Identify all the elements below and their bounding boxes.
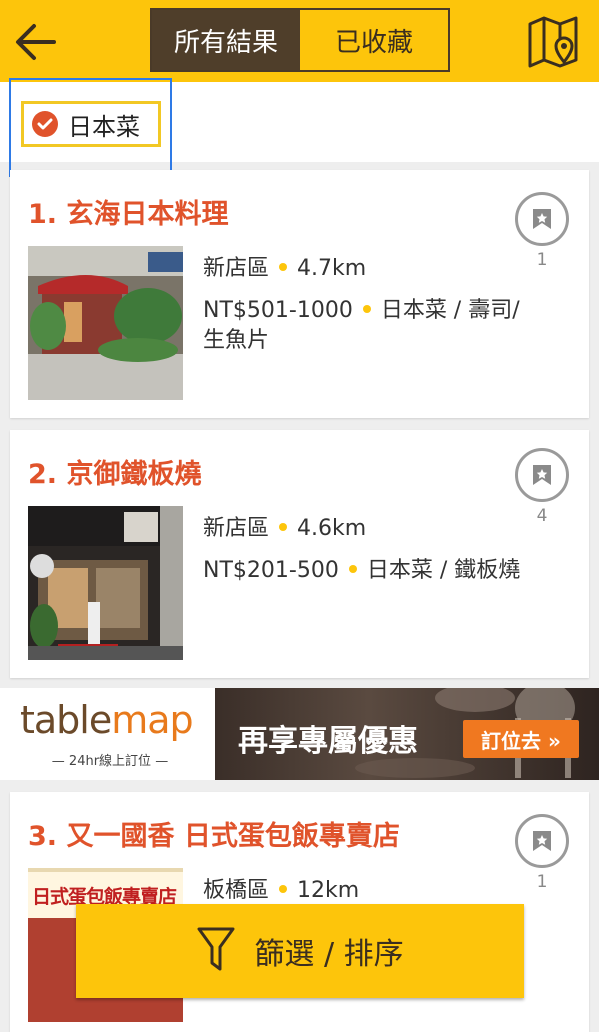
separator-dot (348, 565, 357, 573)
ad-subtitle: — 24hr線上訂位 — (51, 754, 169, 769)
restaurant-card[interactable]: 2. 京御鐵板燒 4 新店區 4.6km NT$201-500 日本菜 / 鐵板燒 (10, 430, 589, 678)
bookmark-icon[interactable] (515, 192, 569, 246)
check-circle-icon (32, 111, 58, 137)
district: 板橋區 (203, 878, 270, 903)
bookmark-count: 4 (536, 506, 548, 526)
distance: 12km (297, 878, 360, 903)
filter-chip-japanese[interactable]: 日本菜 (21, 101, 161, 147)
filter-sort-button[interactable]: 篩選 / 排序 (76, 904, 524, 998)
top-bar: 所有結果 已收藏 (0, 0, 599, 82)
map-icon[interactable] (526, 14, 582, 70)
cuisine: 日本菜 / 壽司/ (380, 298, 520, 323)
cuisine: 日本菜 / 鐵板燒 (366, 558, 521, 583)
separator-dot (279, 885, 288, 893)
restaurant-photo[interactable] (28, 246, 183, 400)
separator-dot (279, 523, 288, 531)
location-line: 新店區 4.6km (203, 510, 366, 542)
price-cuisine-line: NT$501-1000 日本菜 / 壽司/ (203, 292, 520, 324)
results-tabs: 所有結果 已收藏 (150, 8, 450, 72)
restaurant-title[interactable]: 3. 又一國香 日式蛋包飯專賣店 (28, 814, 400, 853)
tab-saved[interactable]: 已收藏 (300, 10, 448, 70)
location-line: 板橋區 12km (203, 872, 359, 904)
restaurant-title[interactable]: 1. 玄海日本料理 (28, 192, 228, 231)
price-cuisine-line: NT$201-500 日本菜 / 鐵板燒 (203, 552, 520, 584)
filter-sort-label: 篩選 / 排序 (254, 937, 404, 972)
distance: 4.7km (297, 256, 367, 281)
location-line: 新店區 4.7km (203, 250, 366, 282)
district: 新店區 (203, 256, 270, 281)
filter-chip-label: 日本菜 (68, 112, 140, 141)
distance: 4.6km (297, 516, 367, 541)
ad-logo-panel: tablemap — 24hr線上訂位 — (0, 688, 215, 780)
ad-slogan: 再享專屬優惠 (238, 724, 418, 759)
cuisine-continued: 生魚片 (203, 328, 270, 353)
tablemap-logo: tablemap (20, 698, 194, 742)
bookmark-count: 1 (536, 872, 548, 892)
back-arrow-icon[interactable] (14, 20, 62, 64)
ad-book-button[interactable]: 訂位去 » (463, 720, 579, 758)
bookmark-icon[interactable] (515, 814, 569, 868)
price-range: NT$501-1000 (203, 298, 353, 323)
restaurant-photo[interactable] (28, 506, 183, 660)
separator-dot (279, 263, 288, 271)
bookmark-icon[interactable] (515, 448, 569, 502)
restaurant-title[interactable]: 2. 京御鐵板燒 (28, 452, 201, 491)
restaurant-card[interactable]: 1. 玄海日本料理 1 新店區 4.7km NT$501-1000 日本菜 / 壽司… (10, 170, 589, 418)
district: 新店區 (203, 516, 270, 541)
bookmark-count: 1 (536, 250, 548, 270)
tab-all-results[interactable]: 所有結果 (152, 10, 300, 70)
funnel-icon (196, 925, 236, 977)
separator-dot (362, 305, 371, 313)
price-range: NT$201-500 (203, 558, 339, 583)
